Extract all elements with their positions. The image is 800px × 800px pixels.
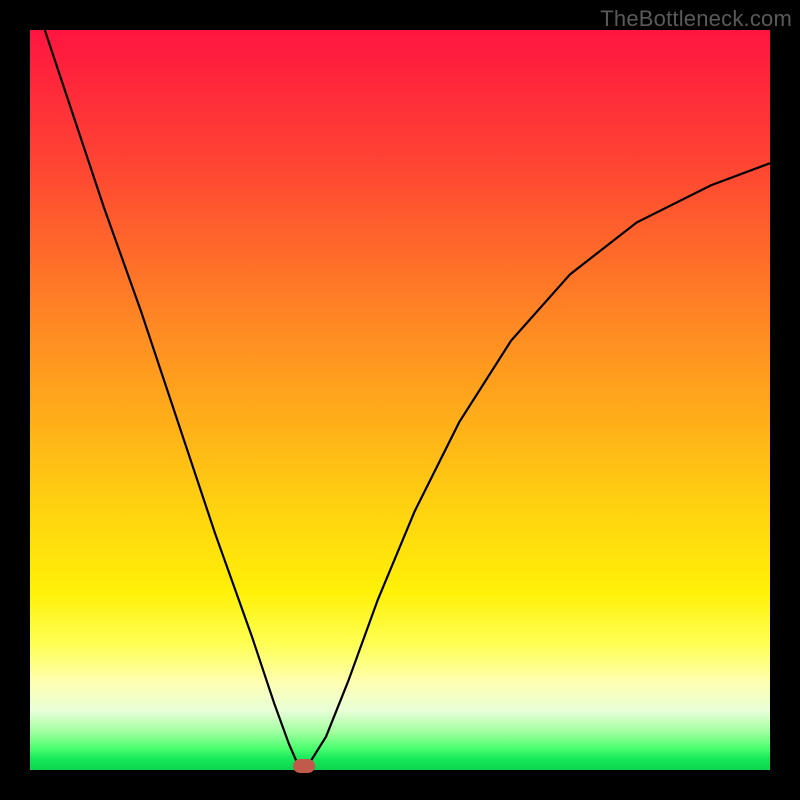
- chart-frame: TheBottleneck.com: [0, 0, 800, 800]
- minimum-marker: [293, 759, 315, 773]
- bottleneck-curve: [45, 30, 770, 766]
- curve-layer: [30, 30, 770, 770]
- watermark-text: TheBottleneck.com: [600, 6, 792, 32]
- plot-area: [30, 30, 770, 770]
